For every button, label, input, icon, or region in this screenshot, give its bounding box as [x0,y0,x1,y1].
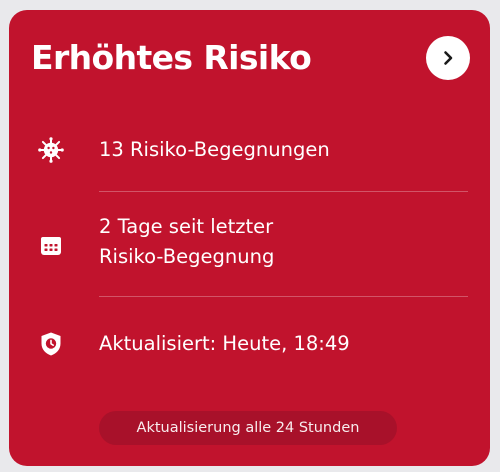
card-header: Erhöhtes Risiko [31,36,470,94]
days-since-encounter-row: 2 Tage seit letzter Risiko-Begegnung [9,212,490,280]
risk-card[interactable]: Erhöhtes Risiko 13 Risiko-Begegnungen 2 … [9,10,490,466]
last-update-text: Aktualisiert: Heute, 18:49 [99,332,350,355]
update-interval-badge: Aktualisierung alle 24 Stunden [99,411,397,445]
chevron-right-icon [439,49,457,67]
last-update-row: Aktualisiert: Heute, 18:49 [9,322,490,366]
days-since-encounter-line1: 2 Tage seit letzter [99,215,274,238]
days-since-encounter-text: 2 Tage seit letzter Risiko-Begegnung [99,212,274,272]
days-since-encounter-line2: Risiko-Begegnung [99,245,275,268]
calendar-icon [37,232,65,260]
details-button[interactable] [426,36,470,80]
divider [99,296,468,297]
risk-encounters-row: 13 Risiko-Begegnungen [9,128,490,172]
divider [99,191,468,192]
risk-encounters-text: 13 Risiko-Begegnungen [99,138,330,161]
risk-status-title: Erhöhtes Risiko [31,38,312,77]
virus-icon [37,136,65,164]
shield-clock-icon [37,330,65,358]
